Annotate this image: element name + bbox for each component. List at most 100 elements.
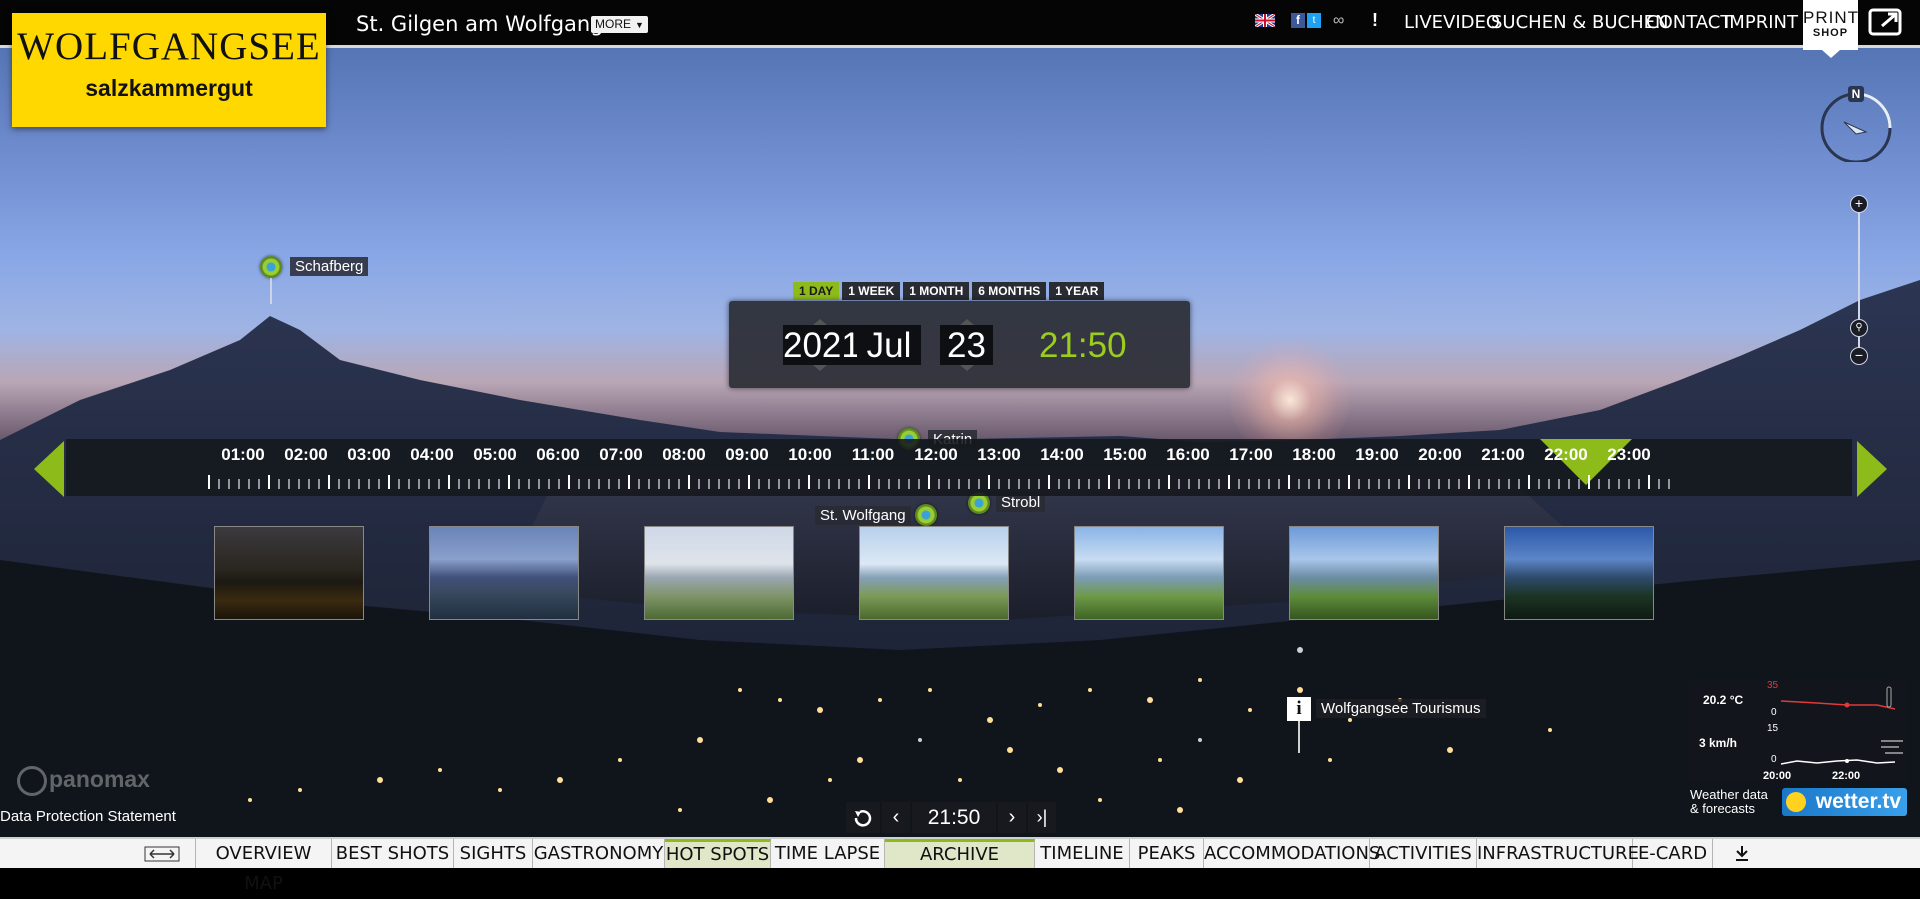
nav-archive[interactable]: ARCHIVE xyxy=(885,839,1035,868)
wolfgangsee-logo[interactable]: WOLFGANGSEE salzkammergut xyxy=(12,13,326,127)
timeline-hour-label[interactable]: 09:00 xyxy=(719,445,775,465)
timeline-ticks[interactable] xyxy=(207,475,1677,491)
latest-image-icon[interactable]: ›| xyxy=(1028,802,1056,833)
period-tab-1-year[interactable]: 1 YEAR xyxy=(1049,282,1105,300)
timeline-hour-label[interactable]: 08:00 xyxy=(656,445,712,465)
nav-livevideo[interactable]: LIVEVIDEO xyxy=(1404,12,1500,33)
timeline-next-arrow-icon[interactable] xyxy=(1857,441,1887,497)
timeline-prev-arrow-icon[interactable] xyxy=(34,441,64,497)
weather-label-line2: & forecasts xyxy=(1690,801,1756,816)
poi-stem xyxy=(1298,721,1300,753)
timeline-hour-label[interactable]: 04:00 xyxy=(404,445,460,465)
timeline-hour-label[interactable]: 22:00 xyxy=(1538,445,1594,465)
day-spinner[interactable]: 23 xyxy=(940,319,993,371)
data-protection-link[interactable]: Data Protection Statement xyxy=(0,808,176,825)
day-value: 23 xyxy=(947,326,986,365)
info-icon[interactable]: i xyxy=(1287,697,1311,721)
archive-thumbnail[interactable] xyxy=(214,526,364,620)
poi-marker-icon[interactable] xyxy=(915,504,937,526)
archive-thumbnail[interactable] xyxy=(1074,526,1224,620)
notice-icon[interactable]: ! xyxy=(1372,10,1378,31)
timeline-hour-label[interactable]: 16:00 xyxy=(1160,445,1216,465)
nav-peaks[interactable]: PEAKS xyxy=(1130,839,1204,868)
fullscreen-icon[interactable] xyxy=(1868,6,1904,38)
timeline-hour-label[interactable]: 06:00 xyxy=(530,445,586,465)
year-up-icon[interactable] xyxy=(813,319,827,325)
poi-label[interactable]: St. Wolfgang xyxy=(815,506,911,525)
nav-overview-map[interactable]: OVERVIEW MAP xyxy=(196,839,332,894)
day-down-icon[interactable] xyxy=(959,365,974,371)
nav-suchen-buchen[interactable]: SUCHEN & BUCHEN xyxy=(1491,12,1669,33)
weather-widget[interactable]: 20.2 °C 3 km/h 35 0 15 0 20:00 22:00 Wea… xyxy=(1687,680,1920,831)
nav-time-lapse[interactable]: TIME LAPSE xyxy=(771,839,885,868)
timeline-hour-label[interactable]: 23:00 xyxy=(1601,445,1657,465)
year-down-icon[interactable] xyxy=(813,365,827,371)
poi-marker-icon[interactable] xyxy=(260,256,282,278)
timeline-hour-label[interactable]: 11:00 xyxy=(845,445,901,465)
more-dropdown[interactable]: MORE ▼ xyxy=(591,16,648,33)
wetter-tv-logo[interactable]: wetter.tv xyxy=(1782,788,1907,816)
download-icon[interactable] xyxy=(1713,839,1771,868)
weather-data-label: Weather data & forecasts xyxy=(1690,788,1768,816)
timeline-hour-label[interactable]: 15:00 xyxy=(1097,445,1153,465)
period-tab-1-month[interactable]: 1 MONTH xyxy=(903,282,970,300)
print-shop-button[interactable]: PRINT SHOP xyxy=(1803,0,1858,58)
poi-label[interactable]: Schafberg xyxy=(290,257,369,276)
timeline-hour-label[interactable]: 07:00 xyxy=(593,445,649,465)
nav-accommodations[interactable]: ACCOMMODATIONS xyxy=(1204,839,1380,868)
timeline-hour-label[interactable]: 13:00 xyxy=(971,445,1027,465)
archive-thumbnail[interactable] xyxy=(429,526,579,620)
day-up-icon[interactable] xyxy=(959,319,974,325)
archive-thumbnail[interactable] xyxy=(1504,526,1654,620)
compass-icon[interactable]: N xyxy=(1820,86,1892,162)
year-spinner[interactable]: 2021 xyxy=(783,319,861,371)
nav-contact[interactable]: CONTACT xyxy=(1646,12,1731,33)
period-tab-1-week[interactable]: 1 WEEK xyxy=(842,282,901,300)
poi-label[interactable]: Wolfgangsee Tourismus xyxy=(1316,699,1486,718)
nav-best-shots[interactable]: BEST SHOTS xyxy=(332,839,454,868)
timeline-bar[interactable]: 01:00 02:00 03:00 04:00 05:00 06:00 07:00 08:00… xyxy=(66,439,1852,496)
timeline-hour-label[interactable]: 18:00 xyxy=(1286,445,1342,465)
zoom-slider[interactable]: + ⚲ − xyxy=(1848,195,1870,365)
zoom-out-icon[interactable]: − xyxy=(1850,347,1868,365)
period-tab-1-day[interactable]: 1 DAY xyxy=(793,282,840,300)
weather-sparklines xyxy=(1780,686,1903,765)
toggle-width-icon[interactable] xyxy=(128,839,196,868)
timeline-hour-label[interactable]: 02:00 xyxy=(278,445,334,465)
timeline-hour-label[interactable]: 14:00 xyxy=(1034,445,1090,465)
period-tab-6-months[interactable]: 6 MONTHS xyxy=(972,282,1047,300)
link-icon[interactable]: ∞ xyxy=(1333,12,1344,30)
archive-thumbnail[interactable] xyxy=(859,526,1009,620)
timeline-hour-label[interactable]: 05:00 xyxy=(467,445,523,465)
replay-icon[interactable] xyxy=(846,802,880,833)
nav-e-card[interactable]: E-CARD xyxy=(1633,839,1713,868)
nav-hot-spots[interactable]: HOT SPOTS xyxy=(665,839,771,868)
weather-chart: 20.2 °C 3 km/h 35 0 15 0 20:00 22:00 xyxy=(1687,680,1907,782)
uk-flag-icon[interactable] xyxy=(1255,14,1275,27)
timeline-hour-label[interactable]: 21:00 xyxy=(1475,445,1531,465)
panomax-logo[interactable]: panomax xyxy=(17,766,150,796)
timeline-hour-label[interactable]: 20:00 xyxy=(1412,445,1468,465)
timeline-hour-label[interactable]: 17:00 xyxy=(1223,445,1279,465)
nav-gastronomy[interactable]: GASTRONOMY xyxy=(533,839,665,868)
timeline-hour-label[interactable]: 10:00 xyxy=(782,445,838,465)
timeline-hour-label[interactable]: 12:00 xyxy=(908,445,964,465)
timeline-hour-label[interactable]: 03:00 xyxy=(341,445,397,465)
prev-image-icon[interactable]: ‹ xyxy=(882,802,910,833)
next-image-icon[interactable]: › xyxy=(998,802,1026,833)
nav-sights[interactable]: SIGHTS xyxy=(454,839,533,868)
nav-infrastructure[interactable]: INFRASTRUCTURE xyxy=(1477,839,1639,868)
timeline-hour-label[interactable]: 01:00 xyxy=(215,445,271,465)
timeline-hour-label[interactable]: 19:00 xyxy=(1349,445,1405,465)
wind-value: 3 km/h xyxy=(1699,736,1738,750)
nav-timeline[interactable]: TIMELINE xyxy=(1035,839,1130,868)
facebook-icon[interactable]: f xyxy=(1291,13,1305,28)
zoom-in-icon[interactable]: + xyxy=(1850,195,1868,213)
archive-thumbnail[interactable] xyxy=(644,526,794,620)
zoom-handle-icon[interactable]: ⚲ xyxy=(1850,319,1868,337)
archive-thumbnail[interactable] xyxy=(1289,526,1439,620)
nav-activities[interactable]: ACTIVITIES xyxy=(1370,839,1477,868)
month-spinner[interactable]: Jul xyxy=(857,325,921,365)
nav-imprint[interactable]: IMPRINT xyxy=(1724,12,1798,33)
twitter-icon[interactable]: t xyxy=(1307,13,1321,28)
